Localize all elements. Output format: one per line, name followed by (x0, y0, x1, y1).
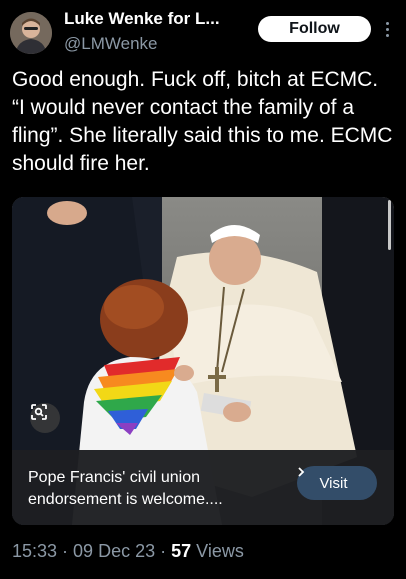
views-label: Views (191, 541, 244, 561)
views-count: 57 (171, 541, 192, 561)
more-vertical-icon[interactable] (380, 18, 394, 40)
visit-button[interactable]: Visit (297, 466, 377, 500)
user-photo-icon (10, 12, 52, 54)
tweet-meta: 15:33 · 09 Dec 23 · 57 Views (12, 541, 244, 562)
tweet-text: Good enough. Fuck off, bitch at ECMC. “I… (12, 68, 393, 175)
tweet-date[interactable]: 09 Dec 23 (73, 541, 155, 561)
author-display-name[interactable]: Luke Wenke for L... (64, 9, 220, 29)
separator: · (57, 541, 74, 561)
author-handle[interactable]: @LMWenke (64, 34, 157, 54)
separator: · (155, 541, 172, 561)
avatar[interactable] (10, 12, 52, 54)
tweet-header: Luke Wenke for L... @LMWenke Follow (0, 0, 406, 62)
follow-button[interactable]: Follow (258, 16, 371, 42)
link-title[interactable]: Pope Francis' civil union endorsement is… (28, 467, 278, 511)
visit-label: Visit (319, 474, 348, 492)
lens-search-icon[interactable] (30, 403, 60, 433)
media-card[interactable]: Pope Francis' civil union endorsement is… (12, 197, 394, 525)
link-preview-card[interactable]: Pope Francis' civil union endorsement is… (12, 450, 394, 525)
tweet-time[interactable]: 15:33 (12, 541, 57, 561)
